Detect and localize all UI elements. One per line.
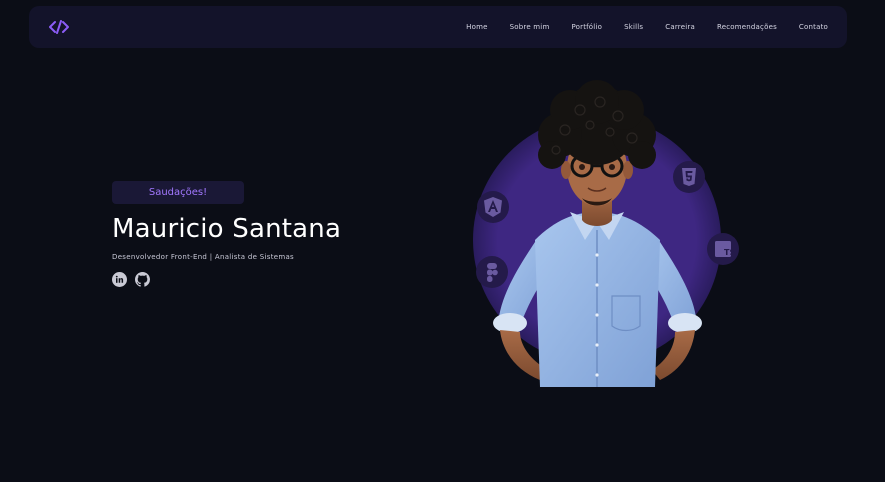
nav-links: Home Sobre mim Portfólio Skills Carreira… <box>466 23 828 31</box>
hero-subtitle: Desenvolvedor Front-End | Analista de Si… <box>112 253 295 261</box>
nav-link-portfolio[interactable]: Portfólio <box>571 23 602 31</box>
hero-section: Saudações! Mauricio Santana Desenvolvedo… <box>112 181 341 287</box>
code-brackets-icon <box>49 20 69 34</box>
greeting-badge: Saudações! <box>112 181 244 204</box>
nav-link-home[interactable]: Home <box>466 23 487 31</box>
html5-icon <box>673 161 705 193</box>
angular-icon <box>477 191 509 223</box>
github-icon[interactable] <box>135 272 150 287</box>
typescript-icon: TS <box>707 233 739 265</box>
nav-link-skills[interactable]: Skills <box>624 23 643 31</box>
linkedin-icon[interactable] <box>112 272 127 287</box>
logo[interactable] <box>49 20 69 34</box>
nav-link-recomendacoes[interactable]: Recomendações <box>717 23 777 31</box>
nav-link-sobre-mim[interactable]: Sobre mim <box>510 23 550 31</box>
navbar: Home Sobre mim Portfólio Skills Carreira… <box>29 6 847 48</box>
nav-link-carreira[interactable]: Carreira <box>665 23 695 31</box>
ts-label: TS <box>724 248 735 257</box>
nav-link-contato[interactable]: Contato <box>799 23 828 31</box>
figma-icon <box>476 256 508 288</box>
social-links <box>112 272 341 287</box>
hero-avatar: TS <box>460 80 750 387</box>
hero-name: Mauricio Santana <box>112 214 342 244</box>
